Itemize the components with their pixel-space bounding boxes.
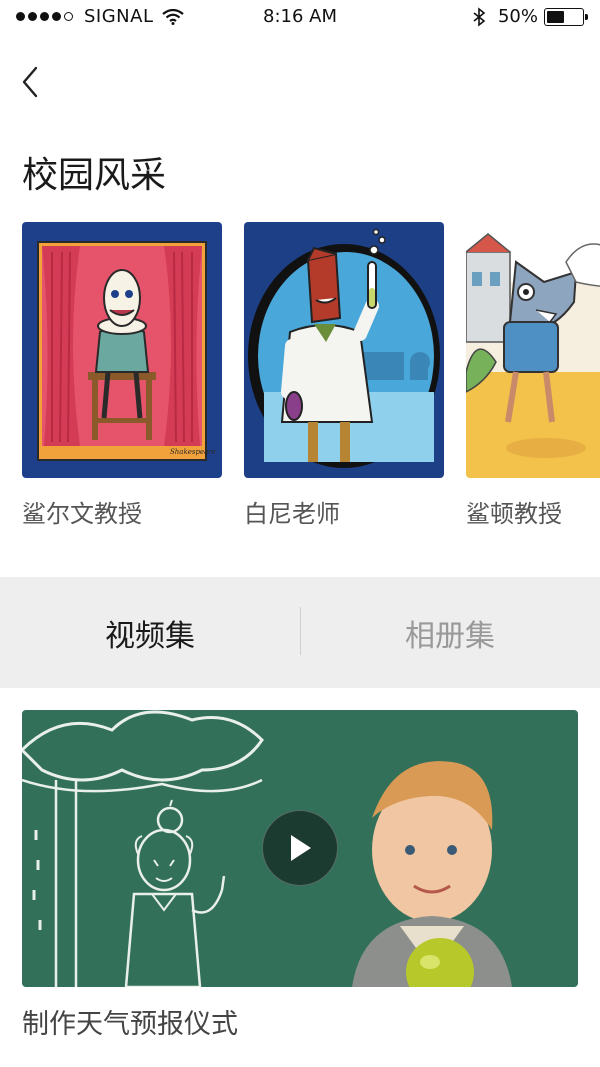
tab-albums[interactable]: 相册集 (300, 611, 600, 655)
profile-image (466, 222, 600, 478)
profile-image (244, 222, 444, 478)
chevron-left-icon (22, 66, 38, 98)
status-bar: SIGNAL 8:16 AM 50% (0, 0, 600, 34)
profile-name: 鲨尔文教授 (22, 500, 142, 528)
video-title: 制作天气预报仪式 (22, 1009, 238, 1040)
tab-videos[interactable]: 视频集 (0, 611, 300, 655)
play-icon (291, 835, 311, 861)
status-right: 50% (472, 6, 588, 27)
battery-percent: 50% (497, 6, 538, 27)
profile-carousel[interactable]: Shakespeare 鲨尔文教授 白尼老师 鲨顿教授 (0, 222, 600, 532)
svg-text:Shakespeare: Shakespeare (170, 448, 216, 456)
profile-card[interactable]: Shakespeare 鲨尔文教授 (22, 222, 222, 529)
back-button[interactable] (16, 62, 48, 102)
tab-divider (300, 607, 301, 655)
play-button[interactable] (262, 810, 338, 886)
profile-card[interactable]: 白尼老师 (244, 222, 444, 529)
profile-image: Shakespeare (22, 222, 222, 478)
bluetooth-icon (473, 6, 486, 27)
media-tab-bar: 视频集 相册集 (0, 577, 600, 688)
screen: SIGNAL 8:16 AM 50% 校园风采 Shakespeare 鲨尔文教… (0, 0, 600, 1067)
page-title: 校园风采 (22, 155, 167, 196)
profile-card[interactable]: 鲨顿教授 (466, 222, 600, 529)
battery-fill (547, 10, 564, 23)
video-thumbnail[interactable] (22, 710, 578, 987)
profile-name: 鲨顿教授 (466, 500, 562, 528)
profile-name: 白尼老师 (244, 500, 340, 528)
battery-icon (544, 7, 588, 26)
